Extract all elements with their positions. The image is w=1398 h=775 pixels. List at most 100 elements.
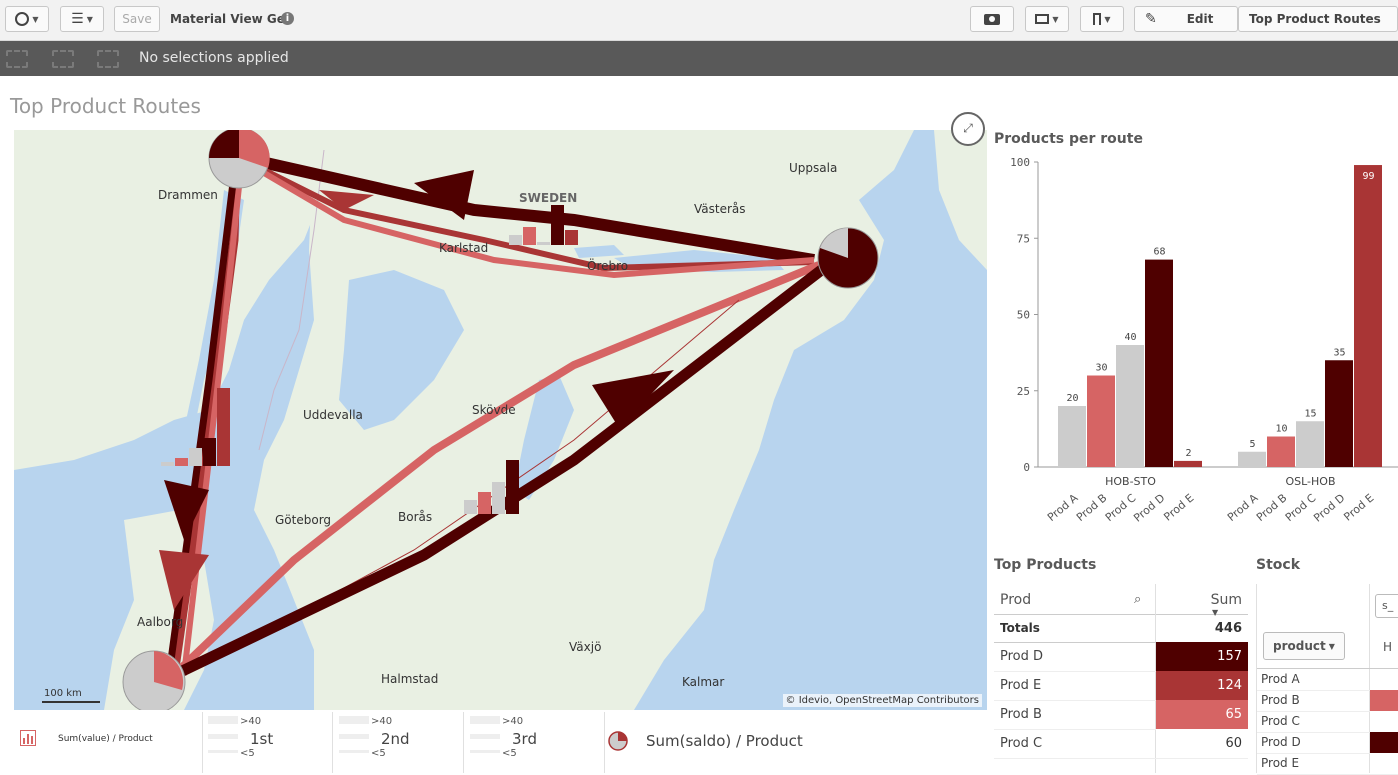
map-label: Växjö	[569, 640, 602, 654]
measure-column-button[interactable]: s_	[1375, 594, 1398, 618]
selections-bar: No selections applied	[0, 41, 1398, 76]
stock-row[interactable]: Prod D	[1257, 732, 1398, 754]
col-sum-header[interactable]: Sum	[1211, 592, 1242, 608]
col-prod-header[interactable]: Prod	[1000, 592, 1031, 608]
navigation-button[interactable]: ▼	[5, 6, 49, 32]
bar-value-label: 5	[1249, 439, 1255, 450]
y-tick-label: 0	[1023, 461, 1030, 474]
legend-rank-2: >40 2nd <5	[339, 712, 464, 773]
chevron-down-icon: ▼	[1052, 14, 1059, 24]
bar	[1116, 345, 1144, 467]
products-per-route-chart[interactable]: 025507510020Prod A30Prod B40Prod C68Prod…	[994, 150, 1398, 535]
bar	[1354, 165, 1382, 468]
stock-prod-cell[interactable]: Prod E	[1261, 756, 1299, 770]
step-back-icon[interactable]	[6, 50, 28, 68]
stock-row[interactable]: Prod B	[1257, 690, 1398, 712]
pie-aalborg	[122, 650, 186, 710]
table-header: Prod ⌕ Sum ▼	[994, 584, 1248, 773]
legend-bar-label: Sum(value) / Product	[58, 734, 153, 744]
sum-cell: 65	[1156, 700, 1248, 729]
product-dimension-dropdown[interactable]: product ▼	[1263, 632, 1345, 660]
rank-high-label: >40	[240, 716, 262, 727]
info-icon[interactable]: i	[281, 12, 294, 25]
save-button[interactable]: Save	[114, 6, 160, 32]
scale-label: 100 km	[44, 688, 82, 699]
stock-row[interactable]: Prod E	[1257, 753, 1398, 775]
table-row[interactable]: Prod C 60	[994, 729, 1248, 759]
bar	[1238, 451, 1266, 467]
clear-all-icon[interactable]	[97, 50, 119, 68]
chevron-down-icon: ▼	[32, 14, 39, 24]
present-button[interactable]: ▼	[1025, 6, 1069, 32]
map-label: Göteborg	[275, 513, 332, 527]
route-map[interactable]: Drammen SWEDEN Uppsala Västerås Karlstad…	[14, 130, 987, 710]
map-label: Skövde	[472, 403, 516, 417]
bar	[1267, 436, 1295, 467]
rank-label: 2nd	[381, 730, 410, 748]
x-product-label: Prod A	[1045, 491, 1081, 524]
x-product-label: Prod B	[1254, 491, 1290, 524]
stock-table: product ▼ s_ H Prod A Prod B Prod C Prod D Pr…	[1256, 584, 1398, 775]
map-label: Drammen	[158, 188, 218, 202]
rank-low-label: <5	[502, 748, 517, 759]
map-label: Aalborg	[137, 615, 184, 629]
bar-value-label: 2	[1185, 448, 1191, 459]
x-product-label: Prod B	[1074, 491, 1110, 524]
stock-prod-cell[interactable]: Prod B	[1261, 693, 1300, 707]
column-header: H	[1383, 640, 1393, 654]
rank-low-label: <5	[240, 748, 255, 759]
y-tick-label: 50	[1017, 309, 1030, 322]
stock-row[interactable]: Prod A	[1257, 669, 1398, 691]
presentation-icon	[1035, 14, 1050, 24]
map-attribution: © Idevio, OpenStreetMap Contributors	[782, 694, 982, 707]
stock-prod-cell[interactable]: Prod C	[1261, 714, 1300, 728]
legend-rank-1: >40 1st <5	[208, 712, 333, 773]
snapshot-button[interactable]	[970, 6, 1014, 32]
chart-title: Products per route	[994, 131, 1143, 147]
expand-icon[interactable]: ⤢	[951, 112, 985, 146]
stock-prod-cell[interactable]: Prod A	[1261, 672, 1300, 686]
sheet-title: Top Product Routes	[10, 94, 201, 118]
app-title: Material View Geo	[170, 12, 294, 26]
step-forward-icon[interactable]	[52, 50, 74, 68]
prod-cell[interactable]: Prod E	[1000, 678, 1041, 693]
sheet-navigator[interactable]: Top Product Routes	[1238, 6, 1398, 32]
sum-cell: 60	[1156, 729, 1248, 758]
x-product-label: Prod D	[1131, 491, 1167, 524]
stock-value-cell	[1370, 669, 1398, 690]
bar-value-label: 20	[1066, 393, 1078, 404]
chevron-down-icon: ▼	[86, 14, 93, 24]
top-products-title: Top Products	[994, 557, 1097, 573]
prod-cell[interactable]: Prod B	[1000, 707, 1042, 722]
list-menu-button[interactable]: ☰ ▼	[60, 6, 104, 32]
stock-value-cell	[1370, 732, 1398, 753]
rank-high-label: >40	[502, 716, 524, 727]
category-label: OSL-HOB	[1285, 475, 1335, 488]
bar	[1174, 460, 1202, 467]
prod-cell[interactable]: Prod D	[1000, 649, 1043, 664]
search-icon[interactable]: ⌕	[1134, 592, 1141, 607]
edit-button[interactable]: ✎ Edit	[1134, 6, 1238, 32]
bar-value-label: 10	[1275, 424, 1287, 435]
stock-row[interactable]: Prod C	[1257, 711, 1398, 733]
totals-label: Totals	[1000, 621, 1040, 635]
totals-value: 446	[1214, 621, 1242, 636]
top-products-table: Prod ⌕ Sum ▼ Totals 446 Prod D 157 Prod E 1…	[994, 584, 1248, 773]
camera-icon	[984, 13, 1000, 25]
rank-label: 1st	[250, 730, 274, 748]
rank-low-label: <5	[371, 748, 386, 759]
prod-cell[interactable]: Prod C	[1000, 736, 1042, 751]
stock-title: Stock	[1256, 557, 1301, 573]
table-row[interactable]: Prod D 157	[994, 642, 1248, 672]
map-label: Örebro	[587, 259, 629, 273]
table-row[interactable]: Prod E 124	[994, 671, 1248, 701]
bar-value-label: 30	[1095, 363, 1107, 374]
map-label: Uddevalla	[303, 408, 363, 422]
bookmark-icon	[1093, 13, 1102, 25]
stock-prod-cell[interactable]: Prod D	[1261, 735, 1301, 749]
rank-high-label: >40	[371, 716, 393, 727]
bookmark-button[interactable]: ▼	[1080, 6, 1124, 32]
chevron-down-icon: ▼	[1328, 641, 1335, 651]
table-row[interactable]: Prod B 65	[994, 700, 1248, 730]
bar	[1325, 360, 1353, 467]
